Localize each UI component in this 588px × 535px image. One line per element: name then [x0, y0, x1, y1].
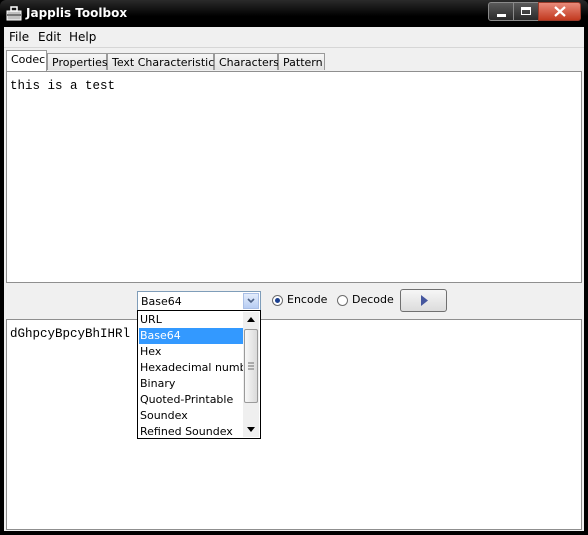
decode-label: Decode: [352, 293, 394, 306]
option-hexadecimal-number[interactable]: Hexadecimal number: [139, 360, 258, 376]
tab-properties[interactable]: Properties: [47, 53, 108, 70]
option-base64[interactable]: Base64: [139, 328, 243, 344]
grip-icon: [248, 362, 254, 370]
tab-pattern[interactable]: Pattern: [278, 53, 325, 70]
codec-selected: Base64: [141, 295, 182, 308]
option-url[interactable]: URL: [139, 312, 243, 328]
codec-controls: Base64 Encode Decode: [4, 283, 584, 319]
run-button[interactable]: [400, 289, 447, 312]
minimize-icon: [497, 14, 506, 17]
encode-label: Encode: [287, 293, 328, 306]
play-arrow-icon: [421, 295, 428, 306]
decode-radio[interactable]: [337, 295, 348, 306]
tab-text-characteristics[interactable]: Text Characteristics: [107, 53, 220, 70]
toolbox-icon: [6, 6, 22, 21]
chevron-down-icon: [247, 298, 255, 304]
menu-help[interactable]: Help: [69, 30, 96, 44]
option-hex[interactable]: Hex: [139, 344, 243, 360]
app-window: Japplis Toolbox File Edit Help Codec Pro…: [0, 0, 588, 535]
tab-characters[interactable]: Characters: [214, 53, 279, 70]
scroll-thumb[interactable]: [244, 329, 258, 403]
scroll-up-icon: [247, 317, 255, 322]
menu-edit[interactable]: Edit: [38, 30, 61, 44]
option-refined-soundex[interactable]: Refined Soundex: [139, 424, 243, 438]
maximize-button[interactable]: [513, 2, 539, 21]
close-icon: [554, 6, 566, 17]
encode-radio[interactable]: [272, 295, 283, 306]
input-text-area[interactable]: this is a test: [6, 71, 582, 283]
scroll-up-button[interactable]: [243, 312, 259, 328]
option-binary[interactable]: Binary: [139, 376, 243, 392]
output-text: dGhpcyBpcyBhIHRl: [10, 327, 131, 341]
menu-file[interactable]: File: [9, 30, 29, 44]
close-button[interactable]: [538, 2, 581, 21]
client-area: File Edit Help Codec Properties Text Cha…: [4, 27, 584, 531]
dropdown-scrollbar[interactable]: [243, 312, 259, 437]
window-title: Japplis Toolbox: [26, 6, 128, 20]
menu-bar: File Edit Help: [4, 27, 584, 48]
combo-arrow-button[interactable]: [243, 293, 259, 309]
option-soundex[interactable]: Soundex: [139, 408, 243, 424]
codec-combo[interactable]: Base64: [137, 291, 261, 311]
scroll-down-icon: [247, 427, 255, 432]
tab-strip: Codec Properties Text Characteristics Ch…: [4, 50, 584, 71]
option-quoted-printable[interactable]: Quoted-Printable: [139, 392, 243, 408]
tab-codec[interactable]: Codec: [6, 50, 47, 71]
maximize-icon: [521, 7, 531, 15]
scroll-down-button[interactable]: [243, 421, 259, 437]
title-bar[interactable]: Japplis Toolbox: [0, 0, 588, 27]
codec-dropdown-list[interactable]: URL Base64 Hex Hexadecimal number Binary…: [137, 310, 261, 439]
output-text-area[interactable]: dGhpcyBpcyBhIHRl: [6, 319, 582, 530]
input-text: this is a test: [10, 79, 116, 93]
minimize-button[interactable]: [488, 2, 514, 21]
